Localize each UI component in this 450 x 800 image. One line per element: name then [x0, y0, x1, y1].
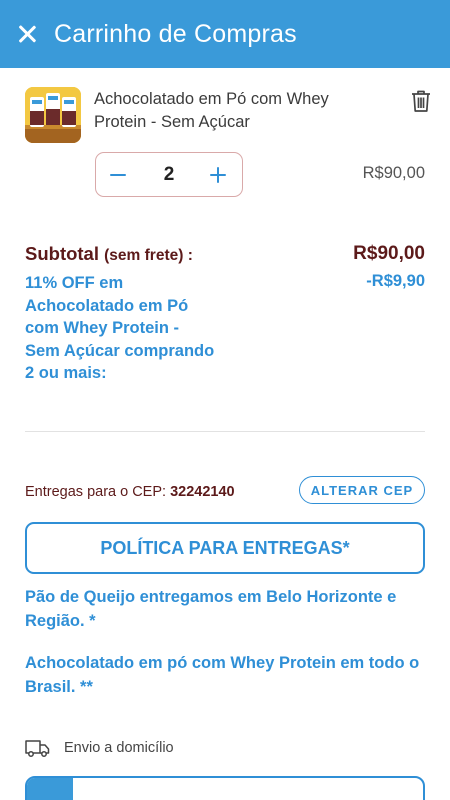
- shipping-option-selector[interactable]: [25, 776, 425, 800]
- close-icon[interactable]: [17, 24, 37, 44]
- shipping-option[interactable]: Envio a domicílio: [25, 736, 174, 760]
- increase-quantity-button[interactable]: [198, 154, 242, 196]
- app-header: Carrinho de Compras: [0, 0, 450, 68]
- cep-label: Entregas para o CEP:: [25, 484, 167, 500]
- subtotal-label: Subtotal (sem frete) :: [25, 243, 193, 265]
- trash-icon[interactable]: [408, 88, 434, 114]
- quantity-value: 2: [163, 163, 175, 185]
- delivery-policy-button[interactable]: POLÍTICA PARA ENTREGAS*: [25, 522, 425, 574]
- cart-item-name: Achocolatado em Pó com Whey Protein - Se…: [94, 90, 329, 131]
- change-cep-button[interactable]: ALTERAR CEP: [299, 476, 425, 504]
- shipping-option-label: Envio a domicílio: [64, 740, 174, 756]
- subtotal-label-text: Subtotal: [25, 243, 99, 264]
- subtotal-note: (sem frete) :: [104, 247, 193, 264]
- quantity-stepper: 2: [95, 152, 243, 197]
- cep-info: Entregas para o CEP: 32242140: [25, 484, 235, 500]
- discount-value: -R$9,90: [366, 272, 425, 290]
- selector-indicator: [27, 778, 73, 800]
- subtotal-value: R$90,00: [353, 243, 425, 264]
- divider: [25, 431, 425, 432]
- discount-description: 11% OFF em Achocolatado em Pó com Whey P…: [25, 274, 215, 383]
- cart-item-price: R$90,00: [362, 164, 425, 182]
- product-thumbnail: [25, 87, 81, 143]
- delivery-note-pao-de-queijo: Pão de Queijo entregamos em Belo Horizon…: [25, 588, 397, 630]
- cep-value: 32242140: [170, 484, 235, 500]
- delivery-note-achocolatado: Achocolatado em pó com Whey Protein em t…: [25, 654, 420, 696]
- page-title: Carrinho de Compras: [54, 19, 297, 48]
- truck-icon: [25, 740, 50, 757]
- decrease-quantity-button[interactable]: [96, 154, 140, 196]
